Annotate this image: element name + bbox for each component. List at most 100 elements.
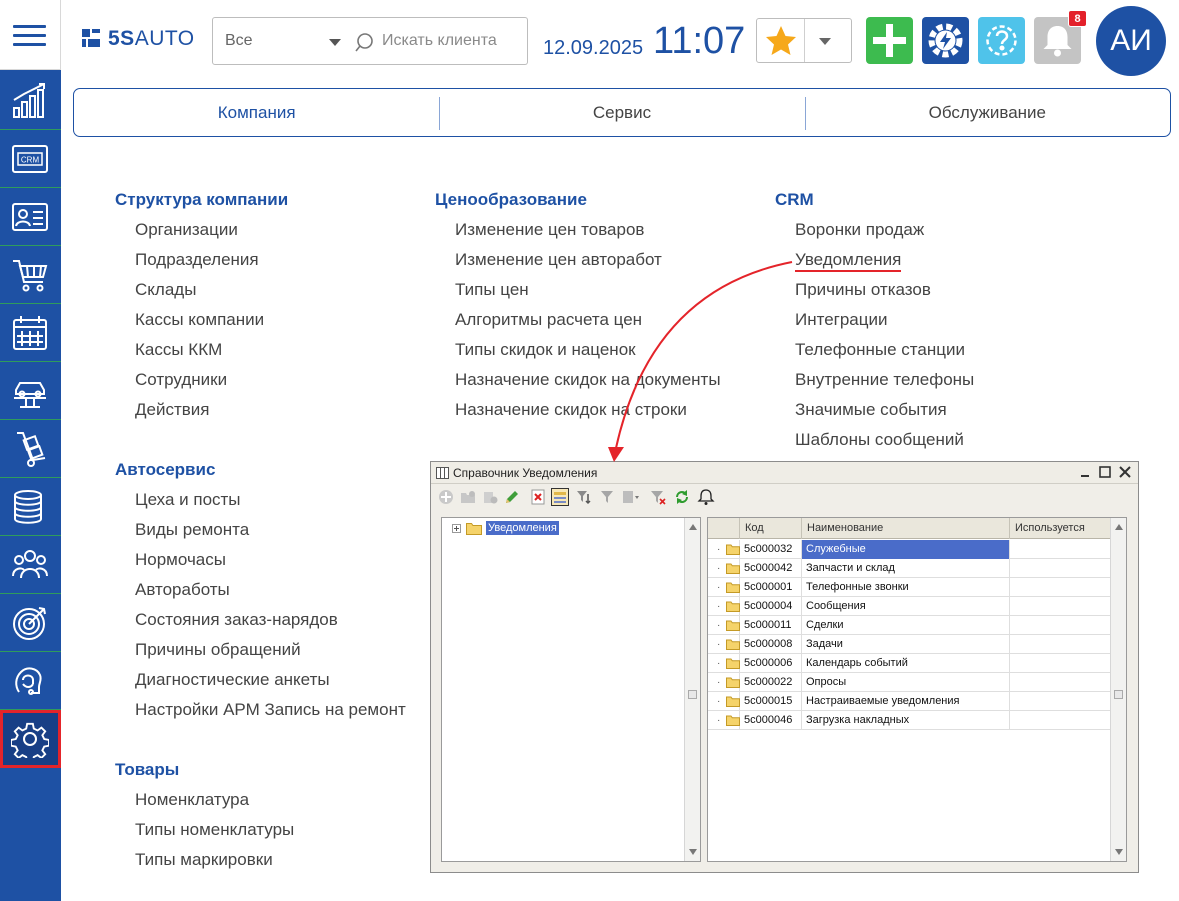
- tab-service[interactable]: Сервис: [439, 89, 804, 136]
- add-folder-icon[interactable]: [459, 488, 477, 506]
- clear-filter-icon[interactable]: [649, 488, 667, 506]
- copy-icon[interactable]: [481, 488, 499, 506]
- link-norm-hours[interactable]: Нормочасы: [115, 545, 406, 575]
- tab-maintenance[interactable]: Обслуживание: [804, 89, 1170, 136]
- link-arm-settings[interactable]: Настройки АРМ Запись на ремонт: [115, 695, 406, 725]
- logo[interactable]: 5SAUTO: [82, 27, 195, 51]
- tree-scrollbar[interactable]: [684, 518, 700, 861]
- link-repair-types[interactable]: Виды ремонта: [115, 515, 406, 545]
- table-row[interactable]: · 5c000042 Запчасти и склад: [708, 559, 1111, 578]
- link-price-algorithms[interactable]: Алгоритмы расчета цен: [435, 305, 721, 335]
- scroll-thumb[interactable]: [1114, 689, 1123, 699]
- refresh-icon[interactable]: [673, 488, 691, 506]
- link-employees[interactable]: Сотрудники: [115, 365, 288, 395]
- table-row[interactable]: · 5c000046 Загрузка накладных: [708, 711, 1111, 730]
- table-row[interactable]: · 5c000004 Сообщения: [708, 597, 1111, 616]
- group-tree[interactable]: Уведомления: [441, 517, 701, 862]
- scroll-up-arrow-icon[interactable]: [689, 524, 697, 530]
- link-company-cashboxes[interactable]: Кассы компании: [115, 305, 288, 335]
- list-options-icon[interactable]: [621, 488, 639, 506]
- bell-icon[interactable]: [697, 488, 715, 506]
- table-row[interactable]: · 5c000032 Служебные: [708, 540, 1111, 559]
- link-request-reasons[interactable]: Причины обращений: [115, 635, 406, 665]
- expand-plus-icon[interactable]: [452, 523, 461, 533]
- link-phone-stations[interactable]: Телефонные станции: [775, 335, 974, 365]
- minimize-icon[interactable]: [1078, 465, 1092, 479]
- scroll-thumb[interactable]: [688, 689, 697, 699]
- link-nomenclature-types[interactable]: Типы номенклатуры: [115, 815, 294, 845]
- table-row[interactable]: · 5c000001 Телефонные звонки: [708, 578, 1111, 597]
- row-name: Опросы: [802, 673, 1010, 692]
- link-workshops[interactable]: Цеха и посты: [115, 485, 406, 515]
- tree-root-node[interactable]: Уведомления: [452, 521, 559, 535]
- grid-scrollbar[interactable]: [1110, 518, 1126, 861]
- sidebar-item-service[interactable]: [0, 362, 61, 420]
- table-row[interactable]: · 5c000015 Настраиваемые уведомления: [708, 692, 1111, 711]
- column-header-used[interactable]: Используется: [1010, 518, 1111, 539]
- link-warehouses[interactable]: Склады: [115, 275, 288, 305]
- link-organizations[interactable]: Организации: [115, 215, 288, 245]
- delete-mark-icon[interactable]: [529, 488, 547, 506]
- link-actions[interactable]: Действия: [115, 395, 288, 425]
- column-header-code[interactable]: Код: [740, 518, 802, 539]
- scroll-down-arrow-icon[interactable]: [689, 849, 697, 855]
- link-integrations[interactable]: Интеграции: [775, 305, 974, 335]
- quick-settings-button[interactable]: [922, 17, 969, 64]
- link-internal-phones[interactable]: Внутренние телефоны: [775, 365, 974, 395]
- table-row[interactable]: · 5c000022 Опросы: [708, 673, 1111, 692]
- sidebar-item-crm[interactable]: CRM: [0, 130, 61, 188]
- edit-pencil-icon[interactable]: [503, 488, 521, 506]
- link-order-states[interactable]: Состояния заказ-нарядов: [115, 605, 406, 635]
- filter-list-icon[interactable]: [575, 488, 593, 506]
- link-nomenclature[interactable]: Номенклатура: [115, 785, 294, 815]
- close-icon[interactable]: [1118, 465, 1132, 479]
- user-avatar[interactable]: АИ: [1096, 6, 1166, 76]
- link-price-types[interactable]: Типы цен: [435, 275, 721, 305]
- link-line-discounts[interactable]: Назначение скидок на строки: [435, 395, 721, 425]
- help-button[interactable]: [978, 17, 1025, 64]
- link-work-price-change[interactable]: Изменение цен авторабот: [435, 245, 721, 275]
- filter-icon[interactable]: [599, 488, 617, 506]
- sidebar-item-sales[interactable]: [0, 246, 61, 304]
- link-significant-events[interactable]: Значимые события: [775, 395, 974, 425]
- link-departments[interactable]: Подразделения: [115, 245, 288, 275]
- sidebar-item-warehouse[interactable]: [0, 420, 61, 478]
- link-notifications[interactable]: Уведомления: [775, 245, 974, 275]
- hamburger-menu-button[interactable]: [0, 0, 61, 70]
- sidebar-item-clients[interactable]: [0, 188, 61, 246]
- table-row[interactable]: · 5c000006 Календарь событий: [708, 654, 1111, 673]
- scroll-up-arrow-icon[interactable]: [1115, 524, 1123, 530]
- link-document-discounts[interactable]: Назначение скидок на документы: [435, 365, 721, 395]
- sidebar-item-calendar[interactable]: [0, 304, 61, 362]
- column-header-icon[interactable]: [708, 518, 740, 539]
- column-header-name[interactable]: Наименование: [802, 518, 1010, 539]
- sidebar-item-staff[interactable]: [0, 536, 61, 594]
- link-refusal-reasons[interactable]: Причины отказов: [775, 275, 974, 305]
- window-titlebar[interactable]: Справочник Уведомления: [431, 462, 1138, 484]
- sidebar-item-analytics[interactable]: [0, 72, 61, 130]
- table-row[interactable]: · 5c000008 Задачи: [708, 635, 1111, 654]
- sidebar-item-finance[interactable]: [0, 478, 61, 536]
- hierarchy-view-icon[interactable]: [551, 488, 569, 506]
- sidebar-item-settings[interactable]: [0, 710, 61, 768]
- scroll-down-arrow-icon[interactable]: [1115, 849, 1123, 855]
- link-diagnostic-forms[interactable]: Диагностические анкеты: [115, 665, 406, 695]
- favorites-button[interactable]: [757, 19, 805, 62]
- link-message-templates[interactable]: Шаблоны сообщений: [775, 425, 974, 455]
- add-circle-icon[interactable]: [437, 488, 455, 506]
- add-button[interactable]: [866, 17, 913, 64]
- table-row[interactable]: · 5c000011 Сделки: [708, 616, 1111, 635]
- client-search-input[interactable]: [382, 29, 522, 53]
- link-kkm-cashboxes[interactable]: Кассы ККМ: [115, 335, 288, 365]
- link-marking-types[interactable]: Типы маркировки: [115, 845, 294, 875]
- sidebar-item-support[interactable]: [0, 652, 61, 710]
- favorites-dropdown-button[interactable]: [819, 38, 831, 45]
- link-auto-works[interactable]: Автоработы: [115, 575, 406, 605]
- link-goods-price-change[interactable]: Изменение цен товаров: [435, 215, 721, 245]
- maximize-icon[interactable]: [1098, 465, 1112, 479]
- sidebar-item-marketing[interactable]: [0, 594, 61, 652]
- tab-company[interactable]: Компания: [74, 89, 439, 136]
- search-scope-select[interactable]: Все: [212, 17, 349, 65]
- link-discount-types[interactable]: Типы скидок и наценок: [435, 335, 721, 365]
- link-sales-funnels[interactable]: Воронки продаж: [775, 215, 974, 245]
